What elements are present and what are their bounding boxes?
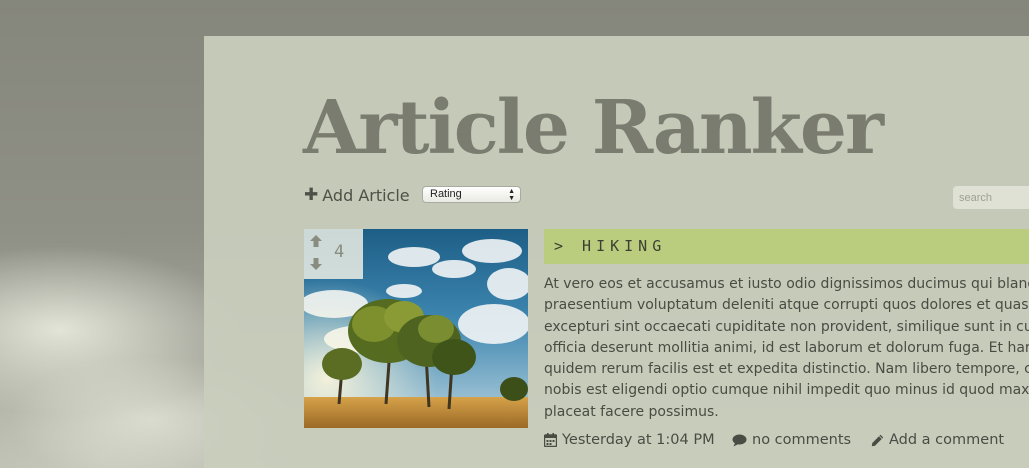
article-date-text: Yesterday at 1:04 PM <box>562 432 715 448</box>
article-body: At vero eos et accusamus et iusto odio d… <box>544 274 1029 424</box>
arrow-down-icon[interactable] <box>309 257 323 271</box>
vote-box: 4 <box>304 229 363 279</box>
article-body-line: placeat facere possimus. <box>544 403 719 420</box>
vote-count: 4 <box>334 242 345 262</box>
sort-selected-value: Rating <box>430 188 462 200</box>
pencil-icon <box>871 434 884 447</box>
arrow-up-icon[interactable] <box>309 234 323 248</box>
article-body-line: quidem rerum facilis est et expedita dis… <box>544 361 1029 378</box>
add-article-button[interactable]: ✚ Add Article <box>304 184 410 206</box>
add-article-label: Add Article <box>322 185 410 205</box>
search-input[interactable] <box>953 186 1029 209</box>
article-date: Yesterday at 1:04 PM <box>544 430 715 450</box>
plus-icon: ✚ <box>304 184 319 205</box>
category-bar: > HIKING <box>544 229 1029 264</box>
calendar-icon <box>544 433 557 447</box>
article-body-line: officia deserunt mollitia animi, id est … <box>544 339 1029 356</box>
article-body-line: At vero eos et accusamus et iusto odio d… <box>544 276 1029 292</box>
category-label[interactable]: > HIKING <box>554 229 666 264</box>
article-body-line: excepturi sint occaecati cupiditate non … <box>544 318 1029 335</box>
article-body-line: nobis est eligendi optio cumque nihil im… <box>544 382 1029 399</box>
comment-bubble-icon <box>732 434 747 447</box>
comments-count-text: no comments <box>752 432 852 448</box>
article-body-line: praesentium voluptatum deleniti atque co… <box>544 297 1029 314</box>
add-comment-text: Add a comment <box>889 432 1005 448</box>
select-arrows-icon: ▲ ▼ <box>508 188 515 202</box>
site-title: Article Ranker <box>303 85 884 171</box>
add-comment-link[interactable]: Add a comment <box>871 430 1004 450</box>
sort-select[interactable]: Rating ▲ ▼ <box>422 186 521 203</box>
comments-link[interactable]: no comments <box>732 430 851 450</box>
